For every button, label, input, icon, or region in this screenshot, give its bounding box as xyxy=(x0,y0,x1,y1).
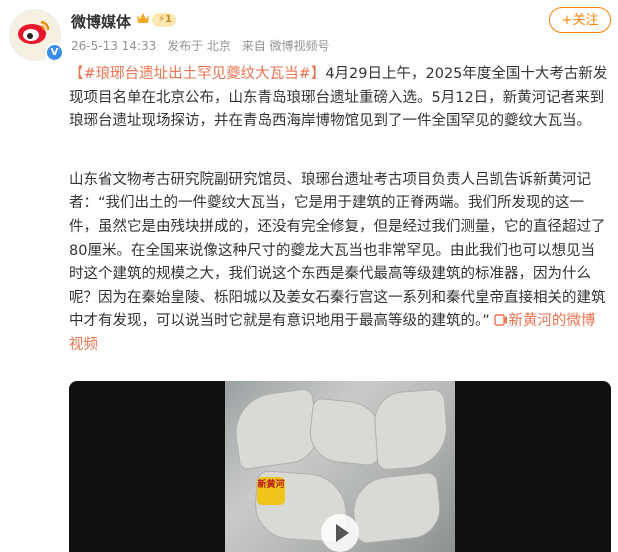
video-player[interactable]: 新黄河 xyxy=(69,381,611,552)
post-time[interactable]: 26-5-13 14:33 xyxy=(71,39,156,53)
play-icon[interactable] xyxy=(321,514,359,552)
weibo-post: V 微博媒体 ⚡1 26-5-13 14:33 发布于 北京 来自 微博视频号 … xyxy=(0,0,618,552)
newsource-watermark: 新黄河 xyxy=(257,477,285,505)
post-location: 发布于 北京 xyxy=(167,39,231,53)
post-paragraph-1: 【#琅琊台遗址出土罕见夔纹大瓦当#】4月29日上午，2025年度全国十大考古新发… xyxy=(69,63,609,134)
level-bolt-icon: ⚡ xyxy=(158,14,166,25)
crown-icon xyxy=(137,13,149,23)
post-text: 【#琅琊台遗址出土罕见夔纹大瓦当#】4月29日上午，2025年度全国十大考古新发… xyxy=(69,63,609,358)
hashtag-link[interactable]: 【#琅琊台遗址出土罕见夔纹大瓦当#】 xyxy=(69,66,325,82)
paragraph-2-text: 山东省文物考古研究院副研究馆员、琅琊台遗址考古项目负责人吕凯告诉新黄河记者：“我… xyxy=(69,171,606,330)
weibo-logo-icon xyxy=(18,20,50,44)
post-meta: 26-5-13 14:33 发布于 北京 来自 微博视频号 xyxy=(71,37,337,54)
verified-badge-icon: V xyxy=(45,43,64,62)
follow-button[interactable]: +关注 xyxy=(549,7,611,33)
level-badge: ⚡1 xyxy=(152,13,176,27)
author-name[interactable]: 微博媒体 xyxy=(71,11,131,32)
video-link-icon xyxy=(494,314,508,327)
post-source[interactable]: 来自 微博视频号 xyxy=(242,39,330,53)
post-paragraph-2: 山东省文物考古研究院副研究馆员、琅琊台遗址考古项目负责人吕凯告诉新黄河记者：“我… xyxy=(69,169,609,358)
